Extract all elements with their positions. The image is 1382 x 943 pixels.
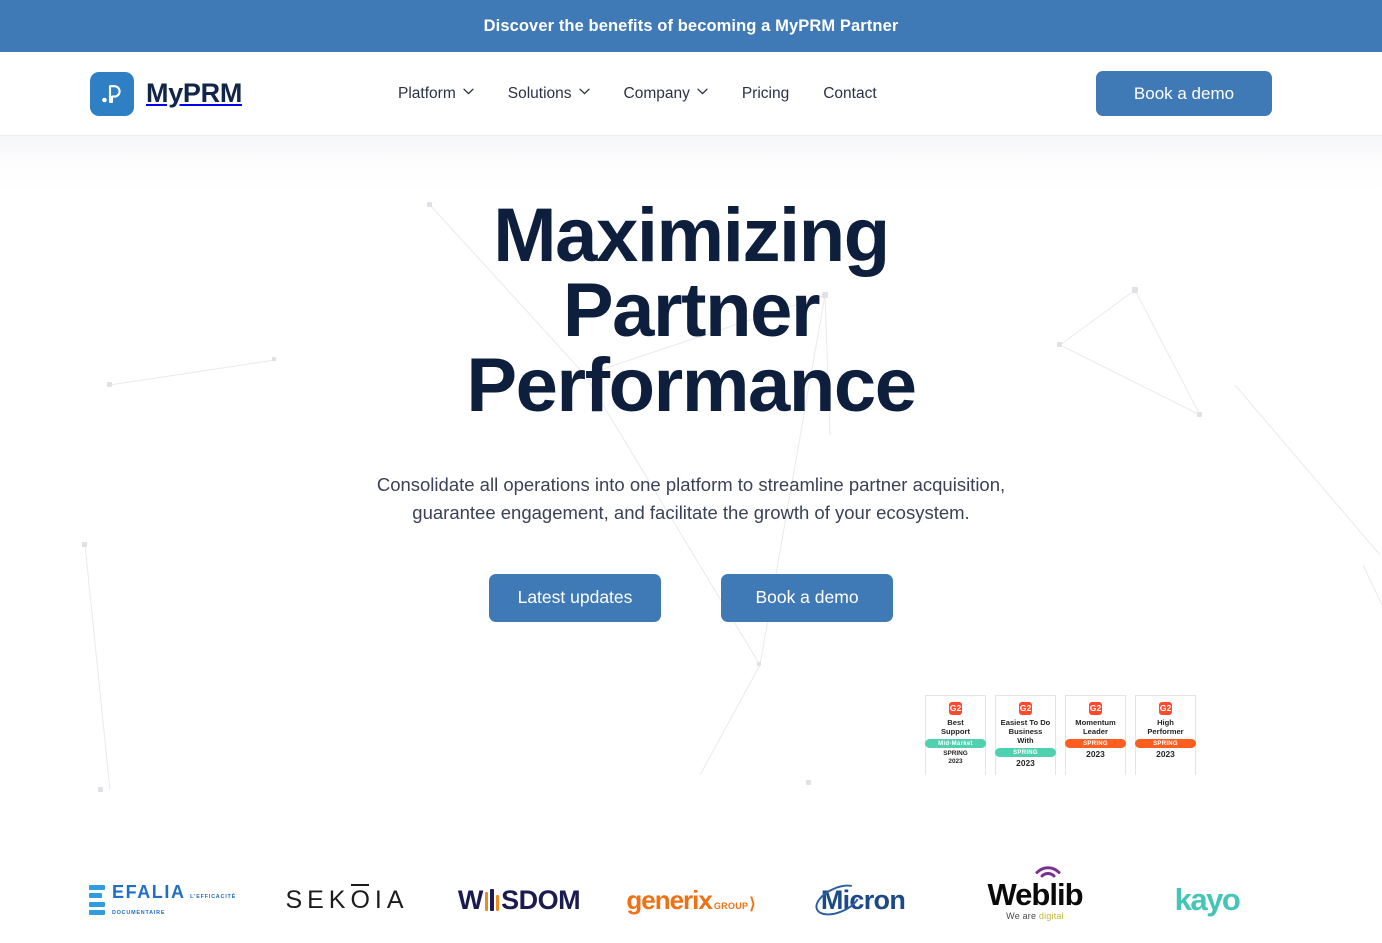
chevron-down-icon <box>578 88 590 99</box>
main-navigation: Platform Solutions Company Pricing Conta… <box>398 85 877 103</box>
badge-year: 2023 <box>1086 749 1105 760</box>
g2-badge-best-support[interactable]: G2 Best Support Mid-Market SPRING 2023 <box>925 695 986 775</box>
efalia-e-icon <box>89 885 105 915</box>
client-logo-name: EFALIA <box>112 881 186 902</box>
nav-item-solutions[interactable]: Solutions <box>508 85 590 103</box>
g2-logo-icon: G2 <box>1089 702 1102 715</box>
nav-label: Solutions <box>507 84 572 102</box>
nav-item-company[interactable]: Company <box>624 85 708 103</box>
badge-title-line-1: Easiest To Do <box>1000 718 1051 727</box>
badge-title-line-1: Momentum <box>1075 718 1116 727</box>
announcement-text: Discover the benefits of becoming a MyPR… <box>483 16 899 35</box>
g2-logo-icon: G2 <box>949 702 962 715</box>
badge-band: Mid-Market <box>925 739 986 749</box>
client-logo-efalia: EFALIA L'EFFICACITÉ DOCUMENTAIRE <box>89 870 261 930</box>
latest-updates-button[interactable]: Latest updates <box>489 573 661 622</box>
badge-title-line-2: Performer <box>1147 727 1184 737</box>
g2-logo-icon: G2 <box>1159 702 1172 715</box>
client-logo-name: Weblib <box>987 877 1083 912</box>
badge-title-line-2: Leader <box>1083 727 1108 737</box>
client-logo-sekoia: SEK O IA <box>261 870 433 930</box>
badge-season: SPRING <box>943 750 968 758</box>
g2-award-badges: G2 Best Support Mid-Market SPRING 2023 G… <box>925 695 1196 775</box>
hero-title-line-3: Performance <box>466 343 917 429</box>
chevron-down-icon <box>463 88 474 99</box>
client-logo-name: generix <box>626 884 712 915</box>
badge-title-line-1: High <box>1157 718 1174 727</box>
hero-title-line-1: Maximizing <box>493 193 890 278</box>
badge-band: SPRING <box>1135 739 1196 749</box>
brand-name: MyPRM <box>146 78 243 108</box>
badge-season-year: SPRING 2023 <box>929 750 982 765</box>
client-logo-micron: Micron <box>777 870 949 930</box>
nav-item-platform[interactable]: Platform <box>398 85 474 103</box>
badge-band: SPRING <box>1065 739 1126 749</box>
badge-year: 2023 <box>948 757 963 765</box>
badge-year: 2023 <box>1016 758 1035 769</box>
client-logo-generix: generix GROUP ⟩ <box>605 870 777 930</box>
g2-logo-icon: G2 <box>1019 702 1032 715</box>
chevron-down-icon <box>697 88 708 99</box>
hero-content: Maximizing Partner Performance Consolida… <box>0 135 1382 622</box>
brand-logo[interactable]: MyPRM <box>90 71 243 116</box>
badge-band: SPRING <box>995 748 1056 758</box>
nav-item-pricing[interactable]: Pricing <box>742 85 789 103</box>
hero-section: Maximizing Partner Performance Consolida… <box>0 135 1382 943</box>
landing-page: Discover the benefits of becoming a MyPR… <box>0 0 1382 943</box>
client-logo-kayo: kayo <box>1121 870 1293 930</box>
client-logo-name: SEK O IA <box>285 883 409 914</box>
client-logo-weblib: Weblib We are digital <box>949 866 1121 930</box>
header-book-demo-button[interactable]: Book a demo <box>1096 71 1272 116</box>
nav-label: Company <box>623 84 690 102</box>
g2-badge-high-performer[interactable]: G2 High Performer SPRING 2023 <box>1135 695 1196 775</box>
client-logo-tagline: GROUP <box>713 900 749 911</box>
nav-item-contact[interactable]: Contact <box>823 85 876 103</box>
client-logo-strip: EFALIA L'EFFICACITÉ DOCUMENTAIRE SEK O IA … <box>0 857 1382 943</box>
badge-year: 2023 <box>1156 749 1175 760</box>
wifi-icon <box>1035 866 1061 878</box>
nav-label: Platform <box>398 84 456 102</box>
g2-badge-momentum-leader[interactable]: G2 Momentum Leader SPRING 2023 <box>1065 695 1126 775</box>
client-logo-wiisdom: W SDOM WIISDOM <box>457 884 581 915</box>
g2-badge-easiest-to-do-business-with[interactable]: G2 Easiest To Do Business With SPRING 20… <box>995 695 1056 775</box>
page-title: Maximizing Partner Performance <box>466 198 917 424</box>
hero-cta-group: Latest updates Book a demo <box>489 573 893 622</box>
nav-label: Contact <box>823 84 877 102</box>
announcement-banner[interactable]: Discover the benefits of becoming a MyPR… <box>0 0 1382 52</box>
site-header: MyPRM Platform Solutions Company Pricing… <box>0 52 1382 135</box>
client-logo-tagline: We are digital <box>1006 911 1064 921</box>
hero-book-demo-button[interactable]: Book a demo <box>721 573 893 622</box>
myprm-logo-icon <box>90 71 134 116</box>
hero-subtitle: Consolidate all operations into one plat… <box>376 473 1006 523</box>
nav-label: Pricing <box>741 84 790 102</box>
generix-chevrons-icon: ⟩ <box>749 895 756 913</box>
hero-title-line-2: Partner <box>562 268 821 354</box>
badge-title-line-1: Best <box>947 718 964 727</box>
client-logo-name: kayo <box>1174 882 1241 917</box>
wiisdom-bars-icon <box>484 889 500 911</box>
badge-title-line-2: Business With <box>1008 727 1043 746</box>
badge-title-line-2: Support <box>940 727 971 737</box>
